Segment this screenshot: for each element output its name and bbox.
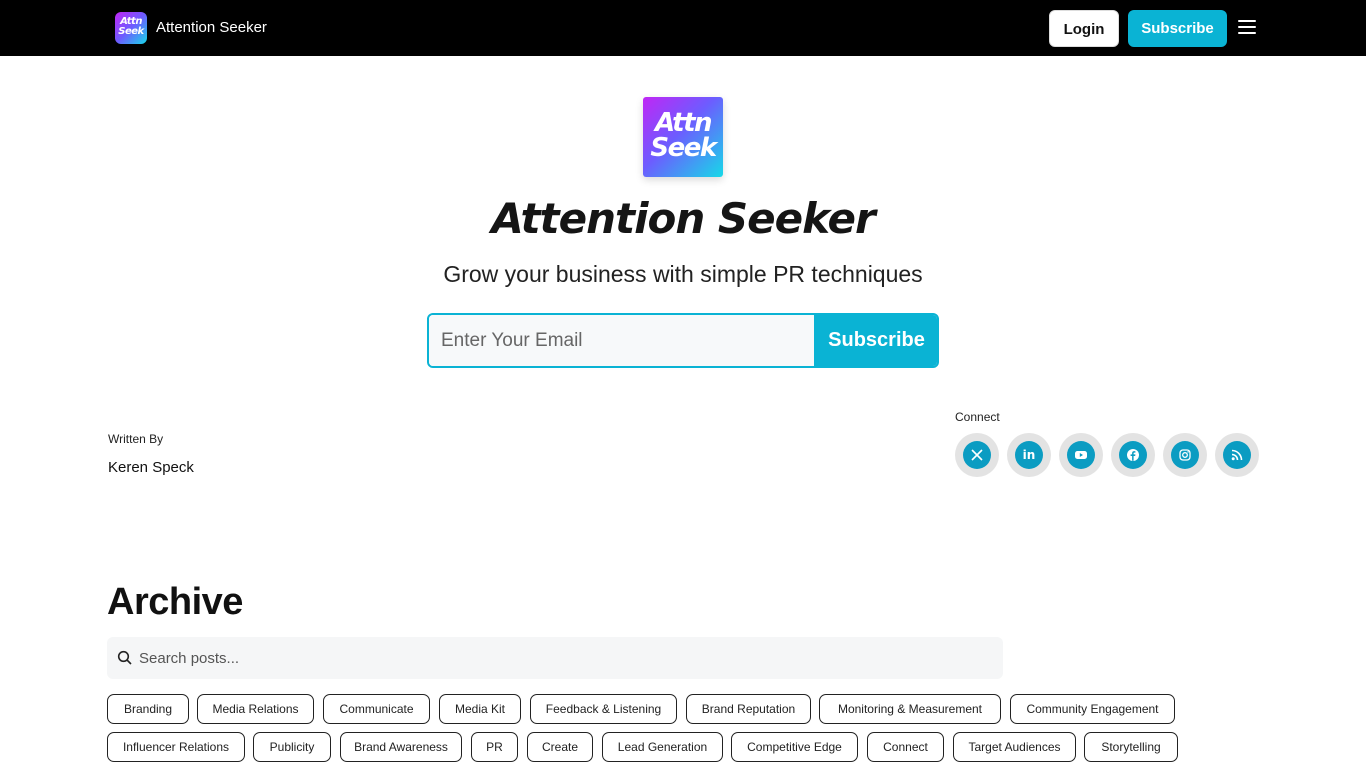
- hero-logo: Attn Seek: [643, 97, 723, 177]
- login-button[interactable]: Login: [1049, 10, 1119, 47]
- nav-subscribe-button[interactable]: Subscribe: [1128, 10, 1227, 47]
- x-link[interactable]: [955, 433, 999, 477]
- archive-search: [107, 637, 1003, 679]
- connect-label: Connect: [955, 410, 1000, 424]
- site-logo[interactable]: Attn Seek: [115, 12, 147, 44]
- tag-target-audiences[interactable]: Target Audiences: [953, 732, 1076, 762]
- hero-logo-line2: Seek: [650, 133, 717, 163]
- tag-storytelling[interactable]: Storytelling: [1084, 732, 1178, 762]
- youtube-icon: [1067, 441, 1095, 469]
- logo-text-line2: Seek: [118, 26, 144, 37]
- tag-media-relations[interactable]: Media Relations: [197, 694, 314, 724]
- author-name[interactable]: Keren Speck: [108, 459, 194, 476]
- instagram-icon: [1171, 441, 1199, 469]
- tag-feedback-listening[interactable]: Feedback & Listening: [530, 694, 677, 724]
- x-icon: [963, 441, 991, 469]
- tag-influencer-relations[interactable]: Influencer Relations: [107, 732, 245, 762]
- tag-monitoring-measurement[interactable]: Monitoring & Measurement: [819, 694, 1001, 724]
- linkedin-link[interactable]: in: [1007, 433, 1051, 477]
- tag-lead-generation[interactable]: Lead Generation: [602, 732, 723, 762]
- linkedin-icon: in: [1015, 441, 1043, 469]
- tag-competitive-edge[interactable]: Competitive Edge: [731, 732, 858, 762]
- tag-pr[interactable]: PR: [471, 732, 518, 762]
- tag-brand-reputation[interactable]: Brand Reputation: [686, 694, 811, 724]
- tag-communicate[interactable]: Communicate: [323, 694, 430, 724]
- top-navbar: Attn Seek Attention Seeker Login Subscri…: [0, 0, 1366, 56]
- facebook-link[interactable]: [1111, 433, 1155, 477]
- search-input[interactable]: [139, 637, 989, 679]
- tag-publicity[interactable]: Publicity: [253, 732, 331, 762]
- tag-community-engagement[interactable]: Community Engagement: [1010, 694, 1175, 724]
- tag-connect[interactable]: Connect: [867, 732, 944, 762]
- instagram-link[interactable]: [1163, 433, 1207, 477]
- tag-create[interactable]: Create: [527, 732, 593, 762]
- youtube-link[interactable]: [1059, 433, 1103, 477]
- tag-brand-awareness[interactable]: Brand Awareness: [340, 732, 462, 762]
- site-title-link[interactable]: Attention Seeker: [156, 19, 267, 37]
- rss-link[interactable]: [1215, 433, 1259, 477]
- publication-tagline: Grow your business with simple PR techni…: [443, 261, 923, 287]
- email-input[interactable]: [429, 315, 814, 366]
- tag-branding[interactable]: Branding: [107, 694, 189, 724]
- written-by-label: Written By: [108, 432, 164, 446]
- hamburger-menu-icon[interactable]: [1238, 20, 1256, 35]
- subscribe-form: Subscribe: [427, 313, 939, 368]
- facebook-icon: [1119, 441, 1147, 469]
- tag-media-kit[interactable]: Media Kit: [439, 694, 521, 724]
- archive-heading: Archive: [107, 581, 243, 623]
- rss-icon: [1223, 441, 1251, 469]
- publication-title: Attention Seeker: [491, 194, 875, 243]
- subscribe-button[interactable]: Subscribe: [814, 315, 937, 366]
- search-icon: [117, 650, 132, 665]
